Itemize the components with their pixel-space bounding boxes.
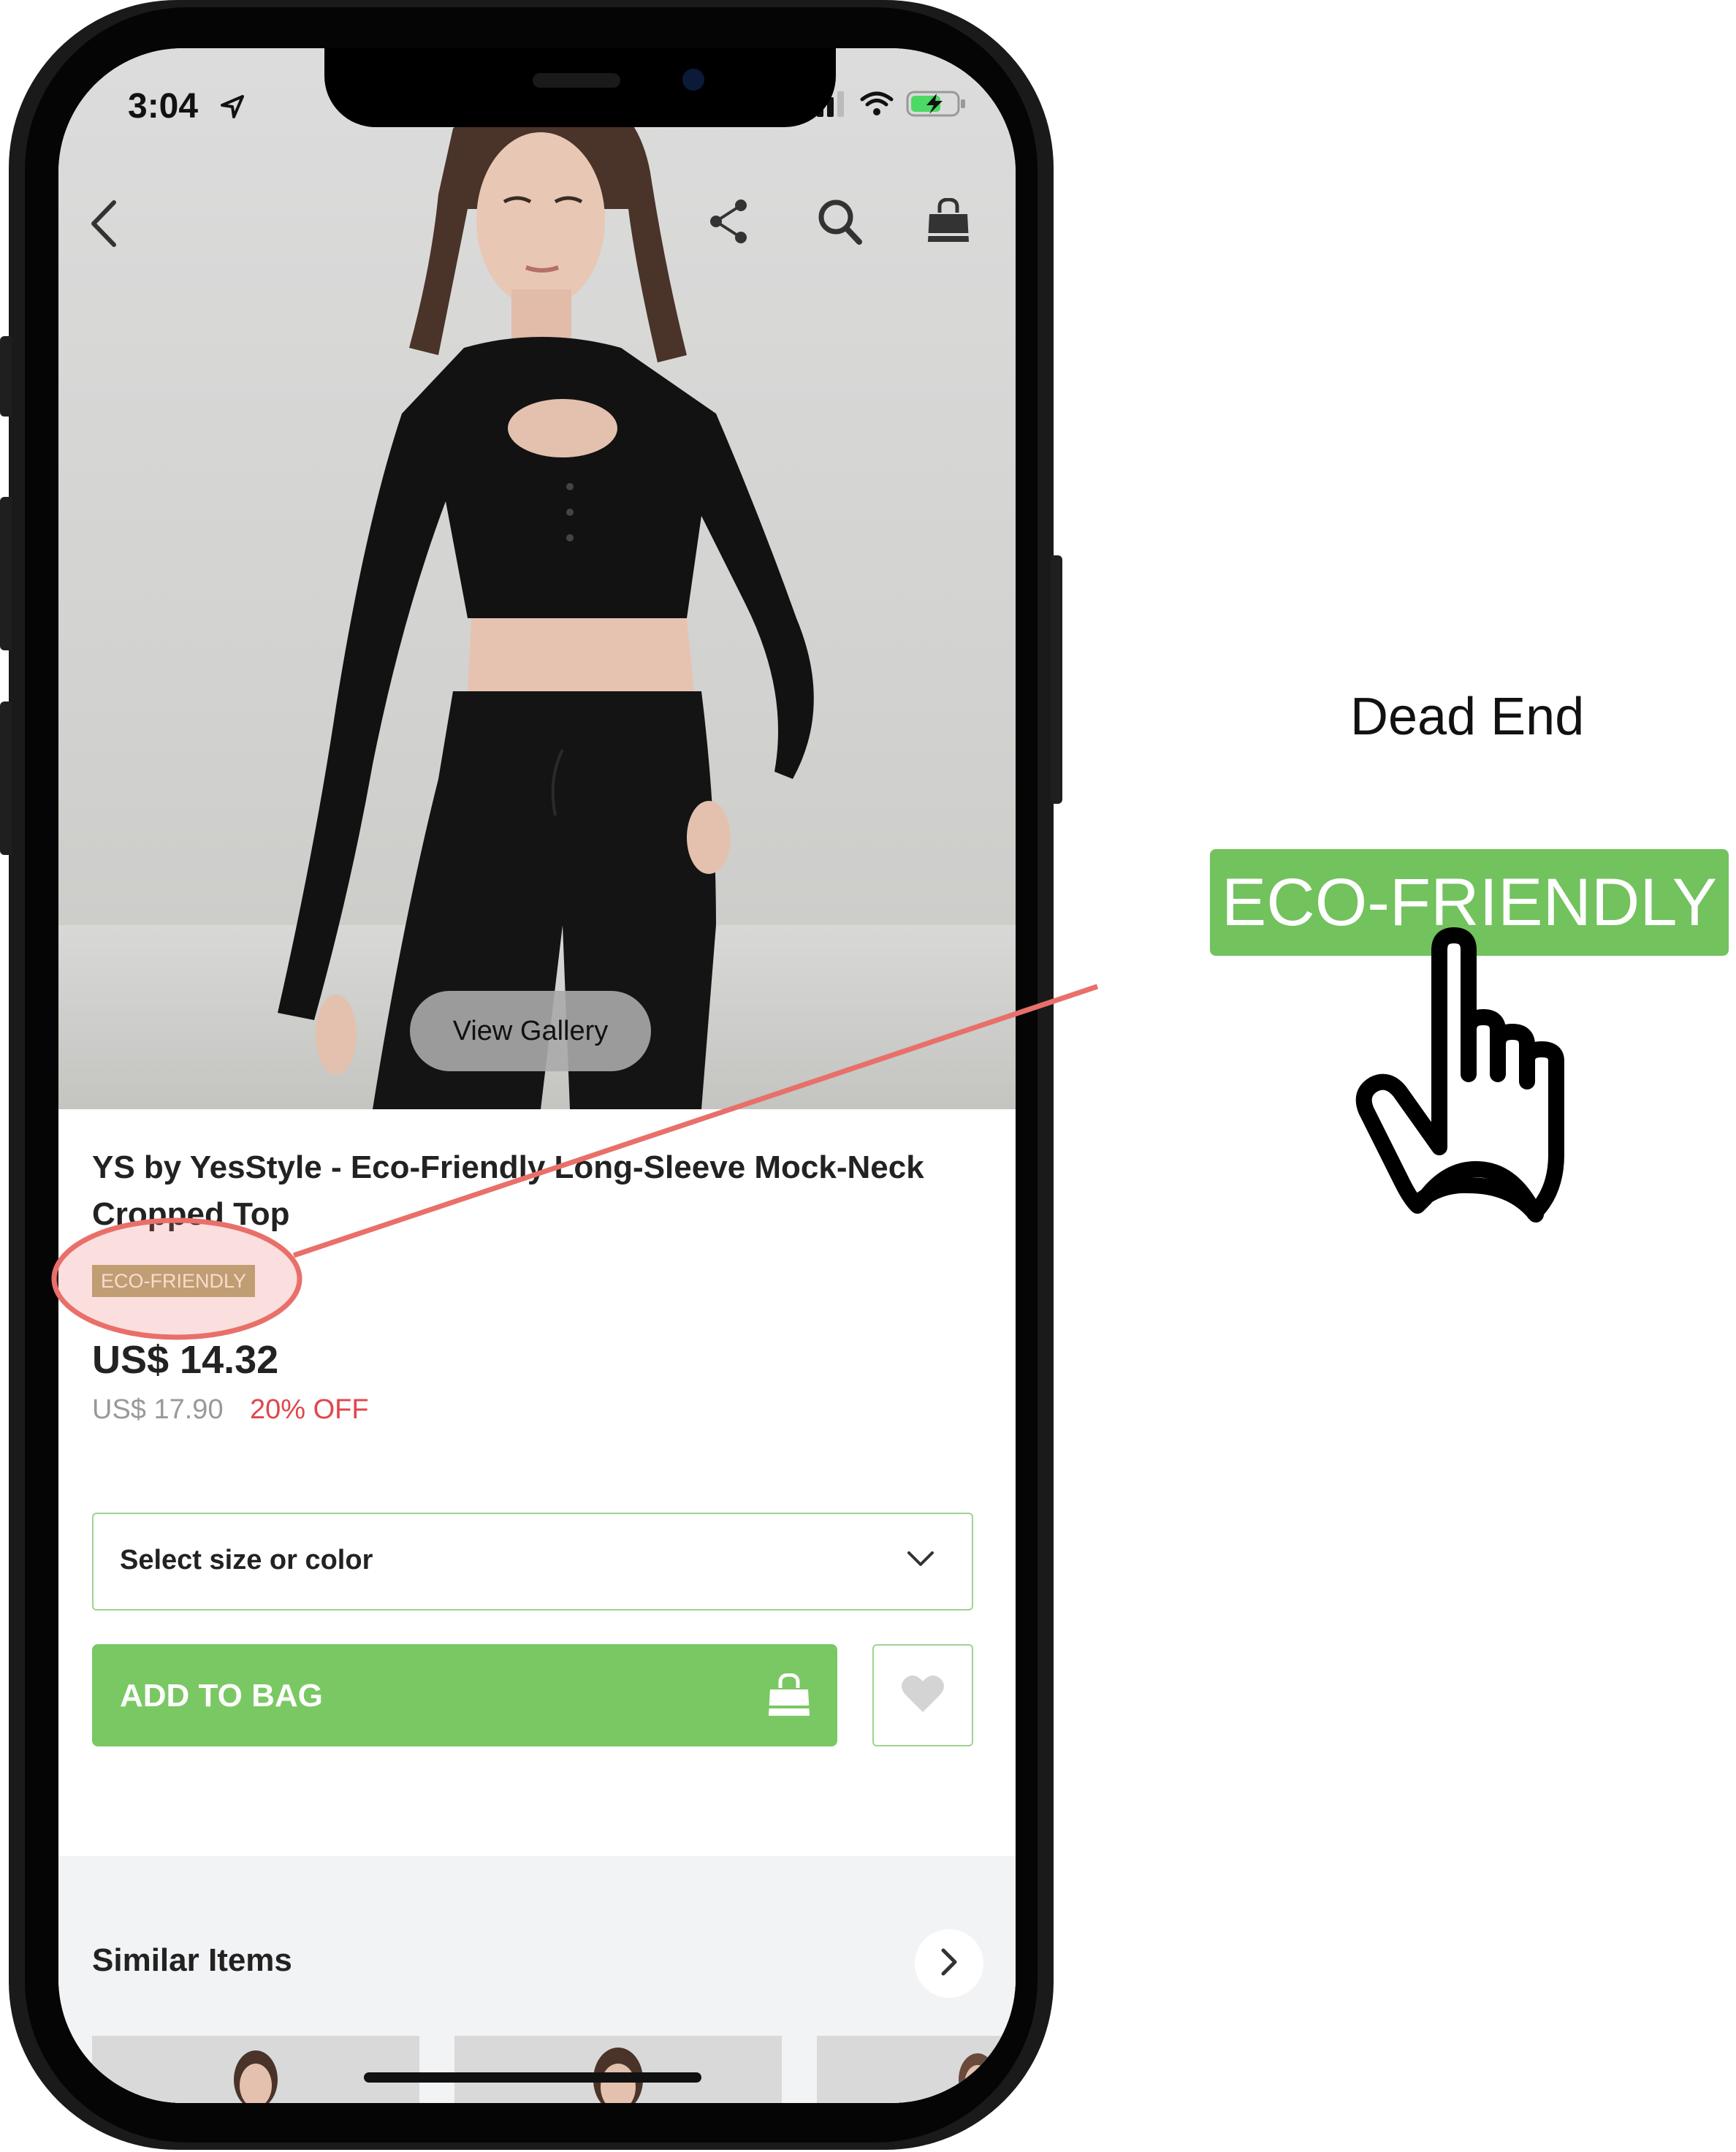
view-gallery-label: View Gallery — [452, 1015, 609, 1046]
sale-price: US$ 14.32 — [92, 1338, 279, 1382]
location-arrow-icon — [221, 95, 244, 118]
home-indicator — [364, 2072, 701, 2083]
bag-icon[interactable] — [926, 197, 970, 248]
product-title: YS by YesStyle - Eco-Friendly Long-Sleev… — [92, 1149, 924, 1232]
notch — [324, 48, 836, 127]
back-icon[interactable] — [86, 198, 123, 252]
add-to-bag-button[interactable]: ADD TO BAG — [92, 1644, 837, 1746]
volume-down-button — [0, 702, 12, 855]
discount-label: 20% OFF — [250, 1394, 369, 1425]
chevron-right-icon — [940, 1947, 959, 1980]
similar-item-thumbnail[interactable] — [454, 2036, 782, 2103]
phone-frame: View Gallery 3:04 YS by YesStyle - Eco-F… — [0, 0, 1062, 2150]
product-thumbnail-image — [959, 2053, 997, 2103]
front-camera — [682, 69, 704, 91]
hand-pointer-icon — [1355, 927, 1564, 1223]
eco-friendly-badge-zoom: ECO-FRIENDLY — [1210, 849, 1729, 956]
product-thumbnail-image — [234, 2050, 278, 2103]
similar-item-thumbnail[interactable] — [817, 2036, 1016, 2103]
heart-icon — [901, 1674, 945, 1716]
eco-friendly-badge[interactable]: ECO-FRIENDLY — [92, 1265, 256, 1297]
annotation-heading: Dead End — [1350, 688, 1585, 746]
speaker — [533, 73, 620, 88]
power-button — [1051, 555, 1062, 804]
battery-charging-icon — [906, 91, 965, 117]
chevron-down-icon — [906, 1549, 935, 1571]
volume-up-button — [0, 497, 12, 650]
wishlist-button[interactable] — [872, 1644, 973, 1746]
product-thumbnail-image — [593, 2048, 643, 2103]
mute-switch — [0, 336, 12, 417]
status-time: 3:04 — [128, 87, 199, 126]
size-color-selector-label: Select size or color — [120, 1545, 373, 1575]
bag-icon — [767, 1673, 811, 1720]
wifi-icon — [860, 91, 894, 115]
share-icon[interactable] — [707, 198, 751, 248]
similar-items-more-button[interactable] — [915, 1929, 983, 1998]
similar-items-title: Similar Items — [92, 1942, 292, 1978]
original-price: US$ 17.90 — [92, 1394, 224, 1425]
screen: View Gallery 3:04 YS by YesStyle - Eco-F… — [58, 48, 1016, 2103]
model-illustration — [58, 83, 1016, 1109]
size-color-selector[interactable]: Select size or color — [92, 1513, 973, 1611]
search-icon[interactable] — [817, 198, 864, 249]
similar-item-thumbnail[interactable] — [92, 2036, 419, 2103]
add-to-bag-label: ADD TO BAG — [120, 1678, 323, 1714]
product-hero-image[interactable]: View Gallery — [58, 48, 1016, 1109]
view-gallery-button[interactable]: View Gallery — [410, 991, 651, 1071]
